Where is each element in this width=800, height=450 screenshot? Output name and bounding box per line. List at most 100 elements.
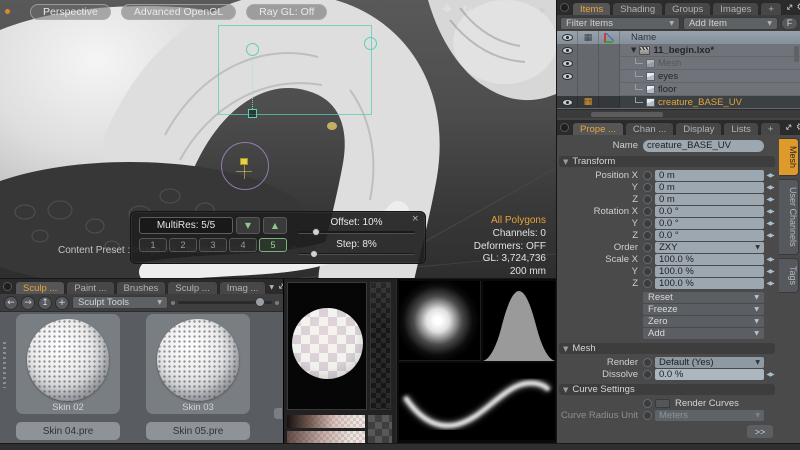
up-directory-button[interactable]: ↥	[38, 296, 52, 310]
level-4-button[interactable]: 4	[229, 238, 257, 252]
falloff-curve-preview[interactable]	[483, 281, 555, 361]
panel-gear-icon[interactable]: ⚙	[796, 122, 800, 133]
tab-display[interactable]: Display	[675, 122, 722, 135]
channel-dot-icon[interactable]	[643, 399, 652, 408]
spinner-icon[interactable]: ◀▶	[764, 220, 776, 227]
rotation-z-field[interactable]: 0.0 °	[655, 230, 764, 241]
perspective-button[interactable]: Perspective	[30, 4, 111, 20]
panel-grip[interactable]	[3, 342, 6, 388]
add-preset-button[interactable]: +	[55, 296, 69, 310]
render-curves-checkbox[interactable]	[655, 399, 670, 408]
side-tab-tags[interactable]: Tags	[779, 258, 799, 293]
add-item-dropdown[interactable]: Add Item ▼	[683, 17, 778, 30]
dissolve-field[interactable]: 0.0 %	[655, 369, 764, 380]
offset-slider-handle[interactable]	[312, 228, 320, 236]
brush-tip-preview-box[interactable]	[287, 282, 367, 410]
spinner-icon[interactable]: ◀▶	[764, 232, 776, 239]
level-1-button[interactable]: 1	[139, 238, 167, 252]
item-name-field[interactable]: creature_BASE_UV	[643, 140, 764, 152]
step-slider[interactable]	[298, 253, 415, 256]
name-column-header[interactable]: Name	[620, 31, 800, 44]
gear-icon[interactable]: ⚙	[521, 3, 534, 16]
tab-images[interactable]: Imag ...	[219, 281, 267, 294]
forward-button[interactable]: →	[21, 296, 35, 310]
item-row-eyes[interactable]: eyes	[557, 70, 800, 83]
tab-images[interactable]: Images	[712, 2, 759, 15]
panel-thumb-icon[interactable]	[560, 3, 569, 12]
spinner-icon[interactable]: ◀▶	[764, 256, 776, 263]
channel-dot-icon[interactable]	[643, 267, 652, 276]
preset-skin-03[interactable]: Skin 03	[146, 314, 250, 414]
locator-column-header[interactable]	[599, 31, 620, 44]
tab-shading[interactable]: Shading	[612, 2, 663, 15]
visibility-toggle[interactable]	[557, 44, 578, 56]
items-vscroll-nub[interactable]	[794, 46, 799, 62]
flyout-icon[interactable]: ▶	[541, 6, 546, 14]
visibility-toggle[interactable]	[557, 70, 578, 82]
panel-expand-icon[interactable]: ↕	[783, 1, 795, 13]
freeze-button[interactable]: Freeze▼	[643, 304, 764, 315]
tab-items[interactable]: Items	[572, 2, 611, 15]
spinner-icon[interactable]: ◀▶	[764, 371, 776, 378]
add-button[interactable]: Add▼	[643, 328, 764, 339]
rotation-y-field[interactable]: 0.0 °	[655, 218, 764, 229]
channel-dot-icon[interactable]	[643, 207, 652, 216]
tab-sculpt-2[interactable]: Sculp ...	[167, 281, 217, 294]
position-y-field[interactable]: 0 m	[655, 182, 764, 193]
mesh-section-header[interactable]: ▼ Mesh	[559, 343, 775, 354]
tab-sculpt-presets[interactable]: Sculp ...	[15, 281, 65, 294]
brush-cursor-circle[interactable]	[221, 142, 269, 190]
transparency-checker-swatch[interactable]	[368, 415, 392, 443]
falloff-handle-square[interactable]	[248, 109, 257, 118]
spinner-icon[interactable]: ◀▶	[764, 268, 776, 275]
channel-dot-icon[interactable]	[643, 231, 652, 240]
multires-up-button[interactable]: ▲	[263, 217, 287, 234]
channel-dot-icon[interactable]	[643, 255, 652, 264]
curve-radius-unit-dropdown[interactable]: Meters▼	[655, 410, 764, 421]
render-style-button[interactable]: Advanced OpenGL	[121, 4, 236, 20]
thumbnail-size-slider[interactable]	[178, 301, 272, 304]
thumbnail-size-handle[interactable]	[255, 297, 265, 307]
preset-skin-02[interactable]: Skin 02	[16, 314, 120, 414]
spinner-icon[interactable]: ◀▶	[764, 184, 776, 191]
disclosure-triangle-icon[interactable]: ▼	[631, 46, 636, 54]
item-row-floor[interactable]: floor	[557, 83, 800, 96]
tab-properties[interactable]: Prope ...	[572, 122, 624, 135]
tab-add[interactable]: +	[760, 122, 782, 135]
zero-button[interactable]: Zero▼	[643, 316, 764, 327]
color-ramp-2[interactable]	[287, 431, 365, 443]
alpha-gradient-strip[interactable]	[370, 282, 391, 410]
preset-skin-04[interactable]: Skin 04.pre	[16, 422, 120, 440]
filter-f-button[interactable]: F	[781, 17, 798, 30]
transform-section-header[interactable]: ▼ Transform	[559, 156, 775, 167]
offset-slider[interactable]	[298, 231, 415, 234]
level-3-button[interactable]: 3	[199, 238, 227, 252]
multires-readout[interactable]: MultiRes: 5/5	[139, 217, 233, 234]
render-dropdown[interactable]: Default (Yes)▼	[655, 357, 764, 368]
level-5-button[interactable]: 5	[259, 238, 287, 252]
channel-dot-icon[interactable]	[643, 219, 652, 228]
preset-skin-05[interactable]: Skin 05.pre	[146, 422, 250, 440]
item-row-scene[interactable]: ▼ 11_begin.lxo*	[557, 44, 800, 57]
sculpt-tools-dropdown[interactable]: Sculpt Tools ▼	[72, 296, 168, 309]
spinner-icon[interactable]: ◀▶	[764, 196, 776, 203]
more-options-button[interactable]: >>	[747, 425, 773, 438]
pan-icon[interactable]: ↔ ↕	[441, 3, 454, 16]
maximize-icon[interactable]: ↕	[501, 3, 514, 16]
render-toggle[interactable]: ▦	[578, 96, 599, 108]
falloff-handle-circle-left[interactable]	[246, 43, 259, 56]
multires-down-button[interactable]: ▼	[236, 217, 260, 234]
order-dropdown[interactable]: ZXY▼	[655, 242, 764, 253]
tab-channels[interactable]: Chan ...	[625, 122, 674, 135]
item-row-creature-selected[interactable]: ▦ creature_BASE_UV	[557, 96, 800, 109]
back-button[interactable]: ←	[4, 296, 18, 310]
rotation-x-field[interactable]: 0.0 °	[655, 206, 764, 217]
panel-thumb-icon[interactable]	[3, 282, 12, 291]
preset-scroll-nub[interactable]	[274, 408, 282, 419]
scale-z-field[interactable]: 100.0 %	[655, 278, 764, 289]
color-ramp-1[interactable]	[287, 415, 365, 428]
spinner-icon[interactable]: ◀▶	[764, 208, 776, 215]
scale-x-field[interactable]: 100.0 %	[655, 254, 764, 265]
position-x-field[interactable]: 0 m	[655, 170, 764, 181]
tab-lists[interactable]: Lists	[723, 122, 759, 135]
